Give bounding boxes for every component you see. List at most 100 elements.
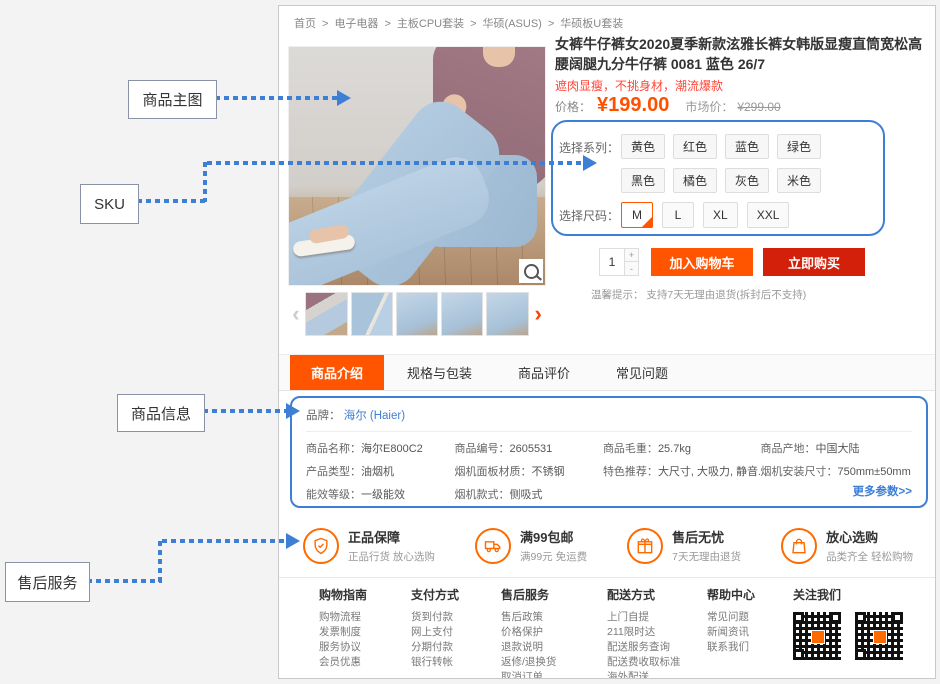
arrow-after-sales-line	[162, 539, 286, 543]
footer-column-title: 支付方式	[411, 586, 501, 603]
price-value: ¥199.00	[597, 94, 669, 117]
footer-link[interactable]: 售后政策	[501, 610, 607, 625]
market-price-label: 市场价：	[685, 98, 733, 115]
bag-icon	[781, 528, 817, 564]
thumbnail[interactable]	[396, 292, 438, 336]
footer-link[interactable]: 上门自提	[607, 610, 707, 625]
thumbnail[interactable]	[441, 292, 483, 336]
tab-reviews[interactable]: 商品评价	[495, 355, 593, 390]
size-option[interactable]: XXL	[747, 202, 790, 228]
info-cell-label: 商品编号：	[454, 443, 509, 455]
service-title: 正品保障	[348, 527, 435, 546]
breadcrumb-item[interactable]: 华硕板U套装	[560, 18, 623, 30]
service-desc: 品类齐全 轻松购物	[826, 549, 913, 564]
series-option[interactable]: 绿色	[777, 134, 821, 159]
footer-link[interactable]: 211限时达	[607, 625, 707, 640]
zoom-icon[interactable]	[519, 259, 543, 283]
qr-corner	[793, 649, 804, 660]
footer-link[interactable]: 海外配送	[607, 670, 707, 679]
breadcrumb-item[interactable]: 华硕(ASUS)	[483, 18, 542, 30]
product-main-image[interactable]	[288, 46, 546, 286]
detail-tabbar: 商品介绍 规格与包装 商品评价 常见问题	[279, 354, 936, 391]
info-cell-value: 海尔E800C2	[361, 443, 423, 455]
service-title: 放心选购	[826, 527, 913, 546]
footer-column-payment: 支付方式 货到付款 网上支付 分期付款 银行转帐	[411, 586, 501, 679]
footer-link[interactable]: 会员优惠	[319, 655, 411, 670]
series-option[interactable]: 灰色	[725, 168, 769, 193]
site-footer: 购物指南 购物流程 发票制度 服务协议 会员优惠 支付方式 货到付款 网上支付 …	[279, 578, 936, 679]
arrow-sku-line	[137, 199, 207, 203]
thumbs-prev-icon[interactable]: ‹	[288, 292, 304, 336]
info-cell-value: 25.7kg	[658, 443, 691, 455]
product-title: 女裤牛仔裤女2020夏季新款泫雅长裤女韩版显瘦直筒宽松高腰阔腿九分牛仔裤 008…	[555, 34, 931, 74]
thumbnail-strip: ‹ ›	[288, 291, 546, 337]
quantity-value[interactable]: 1	[599, 248, 625, 276]
footer-link[interactable]: 购物流程	[319, 610, 411, 625]
series-row: 选择系列： 黄色 红色 蓝色 绿色 黑色 橘色 灰色 米色	[559, 134, 879, 202]
info-cell: 产品类型：油烟机	[306, 463, 454, 479]
footer-column-follow-us: 关注我们	[793, 586, 917, 679]
brand-link[interactable]: 海尔 (Haier)	[344, 410, 405, 422]
arrow-product-info-line	[203, 409, 286, 413]
price-label: 价格：	[555, 98, 591, 115]
thumbnail[interactable]	[486, 292, 528, 336]
breadcrumb-item[interactable]: 首页	[294, 18, 316, 30]
thumbnail[interactable]	[305, 292, 347, 336]
quantity-decrease-button[interactable]: -	[625, 262, 639, 276]
series-options: 黄色 红色 蓝色 绿色 黑色 橘色 灰色 米色	[621, 134, 879, 202]
series-option[interactable]: 红色	[673, 134, 717, 159]
arrow-main-image-head	[337, 90, 351, 106]
series-option[interactable]: 橘色	[673, 168, 717, 193]
add-to-cart-button[interactable]: 加入购物车	[651, 248, 753, 276]
series-option[interactable]: 蓝色	[725, 134, 769, 159]
info-cell-label: 商品名称：	[306, 443, 361, 455]
arrow-product-info-head	[286, 403, 300, 419]
size-option-selected[interactable]: M	[621, 202, 653, 228]
footer-link[interactable]: 返修/退换货	[501, 655, 607, 670]
info-cell-label: 商品毛重：	[603, 443, 658, 455]
footer-link[interactable]: 服务协议	[319, 640, 411, 655]
footer-link[interactable]: 联系我们	[707, 640, 793, 655]
footer-link[interactable]: 发票制度	[319, 625, 411, 640]
tab-faq[interactable]: 常见问题	[593, 355, 691, 390]
footer-link[interactable]: 常见问题	[707, 610, 793, 625]
series-option[interactable]: 黑色	[621, 168, 665, 193]
buy-now-button[interactable]: 立即购买	[763, 248, 865, 276]
tab-product-intro[interactable]: 商品介绍	[290, 355, 384, 390]
thumbs-next-icon[interactable]: ›	[530, 292, 546, 336]
breadcrumb-separator: >	[548, 18, 554, 30]
footer-link[interactable]: 网上支付	[411, 625, 501, 640]
series-option[interactable]: 黄色	[621, 134, 665, 159]
breadcrumb-item[interactable]: 电子电器	[334, 18, 378, 30]
series-option[interactable]: 米色	[777, 168, 821, 193]
quantity-increase-button[interactable]: +	[625, 248, 639, 262]
footer-link[interactable]: 取消订单	[501, 670, 607, 679]
info-cell: 商品产地：中国大陆	[760, 440, 912, 456]
buy-row: 1 + - 加入购物车 立即购买	[599, 248, 865, 276]
info-cell-value: 大尺寸, 大吸力, 静音...	[658, 466, 761, 478]
service-desc: 正品行货 放心选购	[348, 549, 435, 564]
footer-link[interactable]: 新闻资讯	[707, 625, 793, 640]
size-option[interactable]: L	[662, 202, 694, 228]
service-desc: 7天无理由退货	[672, 549, 741, 564]
size-row: 选择尺码： M L XL XXL	[559, 202, 879, 228]
thumbnail[interactable]	[351, 292, 393, 336]
tab-specs-packaging[interactable]: 规格与包装	[384, 355, 495, 390]
footer-link[interactable]: 配送服务查询	[607, 640, 707, 655]
info-cell: 商品名称：海尔E800C2	[306, 440, 454, 456]
breadcrumb-item[interactable]: 主板CPU套装	[397, 18, 464, 30]
footer-link[interactable]: 配送费收取标准	[607, 655, 707, 670]
info-cell: 能效等级：一级能效	[306, 486, 454, 502]
more-params-link[interactable]: 更多参数>>	[853, 483, 912, 499]
breadcrumb-separator: >	[384, 18, 390, 30]
footer-link[interactable]: 退款说明	[501, 640, 607, 655]
breadcrumb-separator: >	[470, 18, 476, 30]
breadcrumb-separator: >	[322, 18, 328, 30]
qr-code-image	[855, 612, 903, 660]
footer-link[interactable]: 货到付款	[411, 610, 501, 625]
service-desc: 满99元 免运费	[520, 549, 587, 564]
size-option[interactable]: XL	[703, 202, 738, 228]
footer-link[interactable]: 价格保护	[501, 625, 607, 640]
footer-link[interactable]: 分期付款	[411, 640, 501, 655]
footer-link[interactable]: 银行转帐	[411, 655, 501, 670]
